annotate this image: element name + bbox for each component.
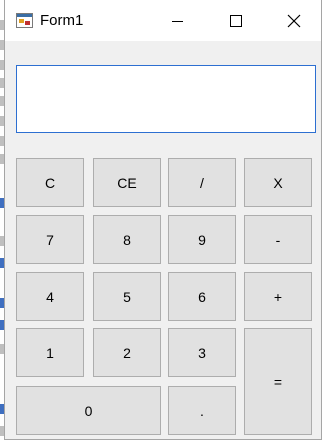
minimize-button[interactable] bbox=[149, 0, 207, 41]
title-bar[interactable]: Form1 bbox=[5, 0, 321, 41]
digit-6-button[interactable]: 6 bbox=[168, 272, 236, 321]
divide-button[interactable]: / bbox=[168, 158, 236, 207]
digit-1-button[interactable]: 1 bbox=[16, 328, 84, 377]
clear-button[interactable]: C bbox=[16, 158, 84, 207]
calculator-display[interactable] bbox=[16, 65, 316, 133]
clear-entry-button[interactable]: CE bbox=[93, 158, 161, 207]
digit-0-button[interactable]: 0 bbox=[16, 386, 161, 435]
close-button[interactable] bbox=[265, 0, 323, 41]
background-window-strip bbox=[4, 440, 322, 445]
form-app-icon bbox=[16, 13, 33, 28]
digit-5-button[interactable]: 5 bbox=[93, 272, 161, 321]
equals-button[interactable]: = bbox=[244, 328, 312, 435]
digit-2-button[interactable]: 2 bbox=[93, 328, 161, 377]
digit-7-button[interactable]: 7 bbox=[16, 215, 84, 264]
maximize-icon bbox=[230, 14, 242, 27]
minus-button[interactable]: - bbox=[244, 215, 312, 264]
multiply-button[interactable]: X bbox=[244, 158, 312, 207]
digit-3-button[interactable]: 3 bbox=[168, 328, 236, 377]
window-title: Form1 bbox=[40, 12, 84, 29]
digit-9-button[interactable]: 9 bbox=[168, 215, 236, 264]
digit-8-button[interactable]: 8 bbox=[93, 215, 161, 264]
digit-4-button[interactable]: 4 bbox=[16, 272, 84, 321]
maximize-button[interactable] bbox=[207, 0, 265, 41]
close-icon bbox=[287, 14, 301, 27]
calculator-window: Form1 C CE / X 7 8 9 - 4 5 6 + 1 2 3 = 0… bbox=[4, 0, 322, 440]
minimize-icon bbox=[172, 20, 183, 22]
plus-button[interactable]: + bbox=[244, 272, 312, 321]
decimal-button[interactable]: . bbox=[168, 386, 236, 435]
